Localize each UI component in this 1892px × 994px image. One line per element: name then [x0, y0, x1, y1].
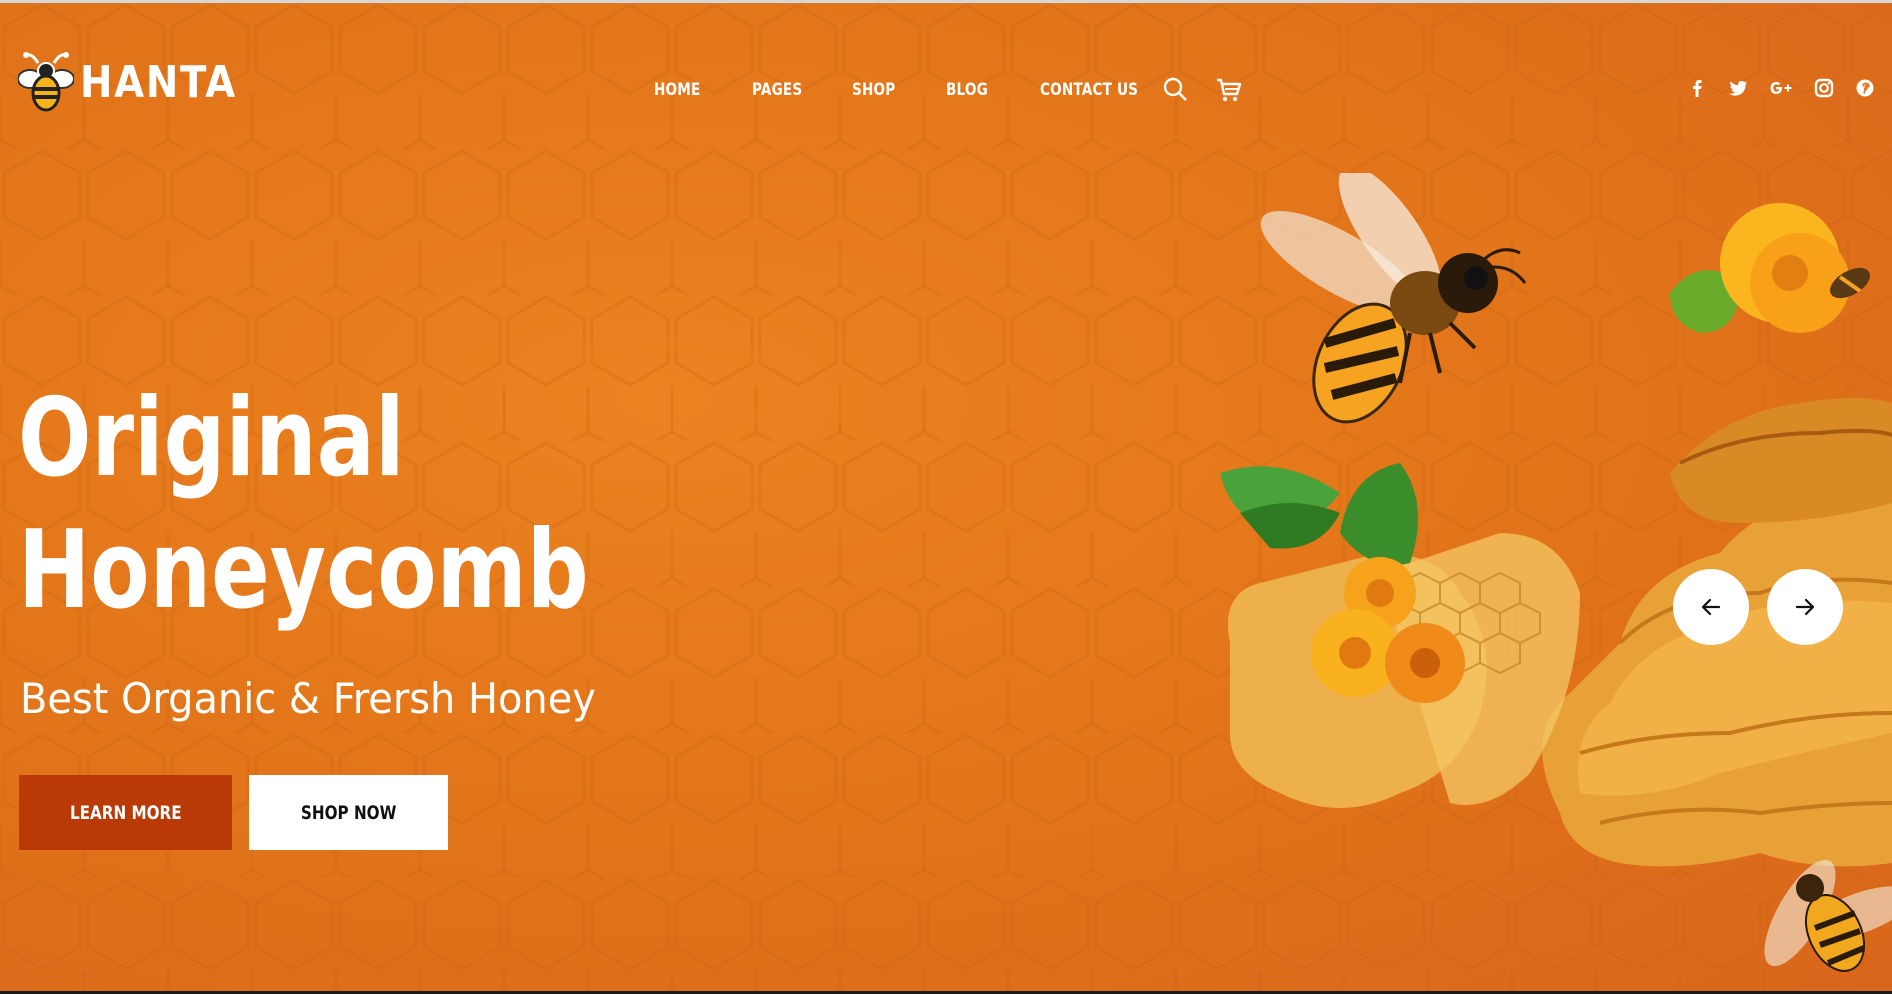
nav-contact-us[interactable]: Contact Us — [1040, 80, 1138, 100]
bee-icon — [18, 52, 74, 112]
flying-bee-image — [1260, 173, 1527, 424]
shop-now-label: Shop Now — [300, 801, 397, 824]
hero-section: HANTA Home Pages Shop Blog Contact Us — [0, 3, 1892, 994]
facebook-icon[interactable] — [1686, 77, 1708, 99]
nav-blog[interactable]: Blog — [946, 80, 988, 100]
slider-prev-button[interactable] — [1673, 569, 1749, 645]
learn-more-label: Learn More — [69, 801, 182, 824]
nav-home[interactable]: Home — [654, 80, 700, 100]
bottom-bee-image — [1764, 859, 1892, 972]
main-nav: Home Pages Shop Blog Contact Us — [654, 77, 1270, 103]
arrow-right-icon — [1795, 598, 1815, 616]
cart-icon[interactable] — [1216, 77, 1242, 103]
hero-subtitle: Best Organic & Frersh Honey — [20, 674, 596, 723]
google-plus-icon[interactable] — [1768, 77, 1794, 99]
search-icon[interactable] — [1162, 77, 1188, 103]
arrow-left-icon — [1701, 598, 1721, 616]
social-links — [1667, 77, 1876, 99]
nav-pages[interactable]: Pages — [752, 80, 802, 100]
leaves-image — [1220, 270, 1740, 565]
learn-more-button[interactable]: Learn More — [19, 775, 232, 850]
slider-next-button[interactable] — [1767, 569, 1843, 645]
pinterest-icon[interactable] — [1854, 77, 1876, 99]
brand-name: HANTA — [80, 56, 237, 108]
nav-shop[interactable]: Shop — [852, 80, 895, 100]
shop-now-button[interactable]: Shop Now — [249, 775, 448, 850]
hero-title-line-1: Original — [18, 376, 405, 501]
logo[interactable]: HANTA — [18, 51, 258, 113]
hero-title: Original Honeycomb — [18, 373, 589, 637]
twitter-icon[interactable] — [1727, 77, 1749, 99]
hero-title-line-2: Honeycomb — [18, 508, 589, 633]
instagram-icon[interactable] — [1813, 77, 1835, 99]
